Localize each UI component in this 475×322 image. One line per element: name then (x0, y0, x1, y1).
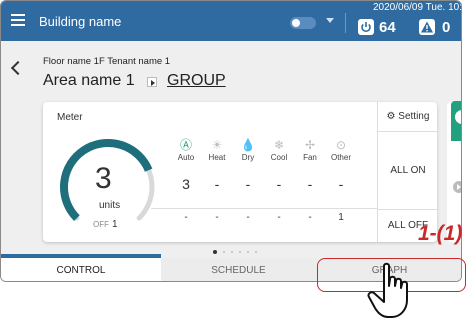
warning-icon (419, 19, 435, 35)
page-dot (255, 251, 257, 253)
next-card-header (451, 101, 461, 141)
setting-button[interactable]: ⚙ Setting (378, 102, 438, 132)
units-label: units (99, 200, 121, 211)
page-dot (213, 250, 217, 254)
page-dot (239, 251, 241, 253)
mode-label: Cool (270, 153, 288, 162)
meter-card: Meter 3 units OFF 1 Ⓐ Auto 3- ☀ Heat - - 💧 Dry - - ❄… (43, 102, 438, 242)
play-icon[interactable] (147, 77, 157, 87)
page-dot (247, 251, 249, 253)
action-column: ⚙ Setting ALL ON ALL OFF (377, 102, 438, 242)
back-icon[interactable] (10, 60, 26, 76)
fan-icon: ✢ (304, 138, 316, 152)
mode-off-value: - (184, 212, 188, 223)
mode-0: Ⓐ Auto (171, 138, 201, 162)
cool-icon: ❄ (273, 138, 285, 152)
off-label: OFF (93, 220, 109, 229)
power-count: 64 (379, 19, 396, 36)
mode-4: ✢ Fan (295, 138, 325, 162)
chevron-right-icon[interactable] (453, 181, 461, 193)
building-name: Building name (39, 14, 122, 29)
gear-icon: ⚙ (386, 111, 396, 122)
mode-label: Heat (208, 153, 226, 162)
other-icon: ⊙ (335, 138, 347, 152)
tab-schedule[interactable]: SCHEDULE (161, 258, 316, 281)
warning-count: 0 (442, 19, 451, 36)
area-name: Area name 1 (43, 72, 135, 89)
mode-off-value: - (246, 212, 250, 223)
mode-2: 💧 Dry (233, 138, 263, 162)
mode-off-value: - (308, 212, 312, 223)
divider (151, 208, 377, 209)
heat-icon: ☀ (211, 138, 223, 152)
tab-control[interactable]: CONTROL (1, 258, 161, 281)
mode-off-value: - (215, 212, 219, 223)
menu-icon[interactable] (11, 14, 25, 26)
mode-off-value: - (277, 212, 281, 223)
page-dot (231, 251, 233, 253)
mode-value: 3 (182, 176, 190, 192)
mode-label: Other (330, 153, 351, 162)
divider (345, 13, 346, 33)
datetime: 2020/06/09 Tue. 10:14 (373, 2, 462, 13)
mode-5: ⊙ Other (326, 138, 356, 162)
dry-icon: 💧 (240, 138, 256, 152)
mode-label: Dry (241, 153, 255, 162)
top-bar: Building name 2020/06/09 Tue. 10:14 64 0 (1, 1, 461, 41)
mode-1: ☀ Heat (202, 138, 232, 162)
mode-value: - (338, 176, 344, 192)
mode-value: - (214, 176, 220, 192)
group-link[interactable]: GROUP (167, 72, 226, 90)
mode-label: Fan (303, 153, 317, 162)
mode-3: ❄ Cool (264, 138, 294, 162)
mode-value: - (276, 176, 282, 192)
chevron-down-icon[interactable] (326, 18, 334, 23)
floor-tenant-label: Floor name 1F Tenant name 1 (43, 56, 171, 67)
pointing-hand-icon (367, 262, 408, 318)
off-value: 1 (112, 219, 118, 230)
power-icon (358, 19, 374, 35)
off-count: OFF 1 (93, 219, 118, 230)
mode-value: - (245, 176, 251, 192)
units-value: 3 (95, 162, 112, 195)
callout-label: 1-(1) (418, 222, 463, 245)
tablet-screen: Building name 2020/06/09 Tue. 10:14 64 0… (0, 0, 462, 282)
mode-label: Auto (177, 153, 195, 162)
mode-value: - (307, 176, 313, 192)
setting-label: Setting (398, 111, 430, 122)
all-on-button[interactable]: ALL ON (378, 132, 438, 210)
auto-icon: Ⓐ (179, 138, 192, 152)
meter-title: Meter (57, 112, 83, 123)
mode-off-value: 1 (338, 212, 344, 223)
page-dot (223, 251, 225, 253)
display-toggle[interactable] (290, 17, 316, 29)
